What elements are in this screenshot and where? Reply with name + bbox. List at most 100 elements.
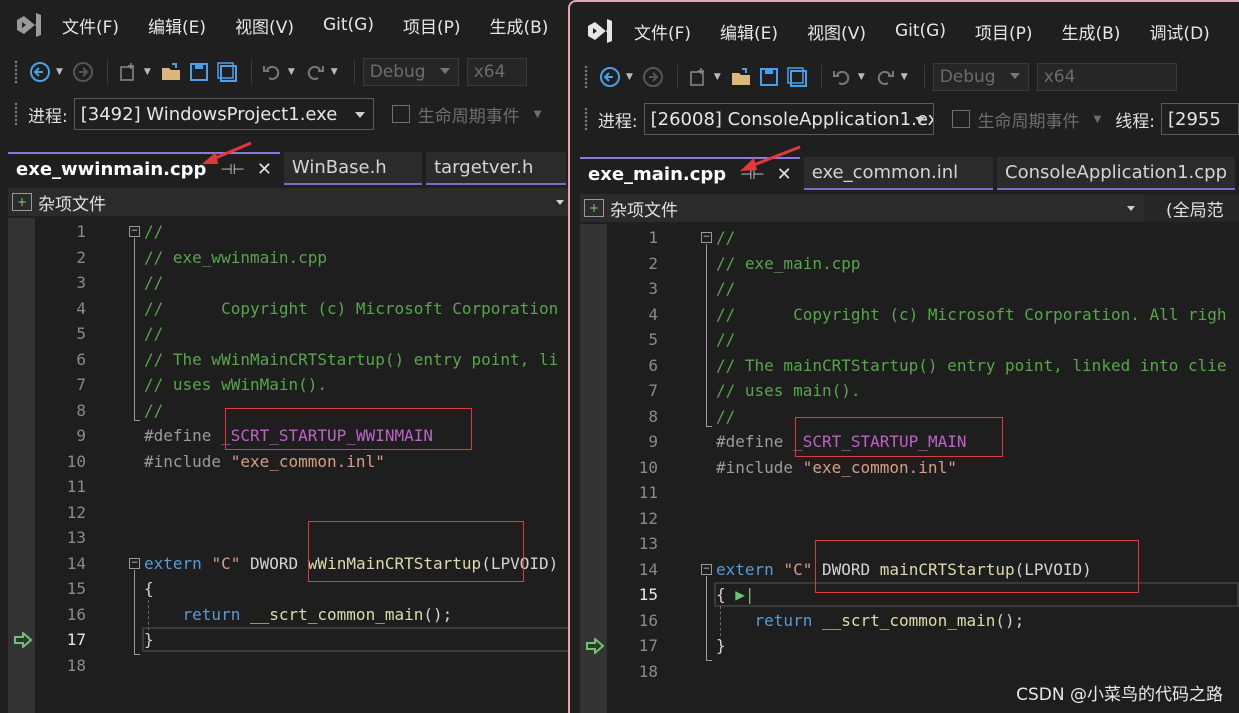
- process-combo[interactable]: [3492] WindowsProject1.exe: [73, 98, 374, 130]
- thread-combo[interactable]: [2955: [1161, 103, 1239, 135]
- close-icon[interactable]: ✕: [257, 159, 272, 180]
- tab-winbase-h[interactable]: WinBase.h: [283, 152, 423, 185]
- menu-view[interactable]: 视图(V): [807, 19, 866, 44]
- process-combo[interactable]: [26008] ConsoleApplication1.ex: [643, 103, 934, 135]
- toolbar-grip[interactable]: [14, 60, 18, 84]
- redo-dropdown-icon[interactable]: ▼: [331, 67, 338, 77]
- call-parens: ();: [995, 610, 1025, 630]
- menu-debug[interactable]: 调试(D): [1149, 19, 1209, 44]
- platform-combo[interactable]: x64: [1036, 63, 1177, 91]
- preprocessor-keyword: #define: [144, 426, 212, 446]
- menu-project[interactable]: 项目(P): [403, 13, 461, 38]
- visual-studio-logo-icon[interactable]: [584, 15, 616, 47]
- line-number: 7: [76, 375, 86, 395]
- undo-dropdown-icon[interactable]: ▼: [858, 72, 865, 82]
- lifecycle-events-button[interactable]: 生命周期事件 ▼: [391, 102, 541, 127]
- open-folder-icon[interactable]: [159, 60, 183, 84]
- watermark: CSDN @小菜鸟的代码之路: [1016, 685, 1223, 705]
- collapse-toggle-icon[interactable]: −: [129, 558, 140, 569]
- toolbar-grip[interactable]: [584, 65, 588, 89]
- outline-guide: [706, 576, 707, 660]
- save-icon[interactable]: [187, 60, 211, 84]
- toolbar-grip[interactable]: [14, 102, 18, 126]
- navigate-back-icon[interactable]: [598, 65, 622, 89]
- line-number: 3: [76, 273, 86, 293]
- code-editor[interactable]: 1 // 2 // exe_main.cpp 3 // 4 // Copyright (…: [580, 224, 1239, 713]
- run-to-click-icon[interactable]: ▶|: [735, 585, 754, 604]
- line-number: 8: [648, 406, 658, 426]
- lifecycle-label: 生命周期事件: [417, 106, 520, 127]
- chevron-down-icon: [1009, 73, 1020, 79]
- redo-dropdown-icon[interactable]: ▼: [901, 72, 908, 82]
- tab-exe-common-inl[interactable]: exe_common.inl: [803, 157, 994, 190]
- new-dropdown-icon[interactable]: ▼: [144, 67, 151, 77]
- function-name: __scrt_common_main: [821, 610, 996, 630]
- standard-toolbar: ▼ ▼ ▼ ▼ Debug x64: [0, 52, 570, 92]
- menu-view[interactable]: 视图(V): [235, 13, 294, 38]
- collapse-toggle-icon[interactable]: −: [701, 232, 712, 243]
- line-number: 17: [66, 630, 86, 650]
- tab-label: ConsoleApplication1.cpp: [1005, 162, 1227, 183]
- code-editor[interactable]: 1 // 2 // exe_wwinmain.cpp 3 // 4 // Copyrig…: [8, 218, 570, 713]
- code-line-6: // The wWinMainCRTStartup() entry point,…: [144, 349, 559, 369]
- collapse-toggle-icon[interactable]: −: [129, 226, 140, 237]
- tab-label: exe_common.inl: [811, 162, 959, 183]
- menu-build[interactable]: 生成(B): [490, 13, 549, 38]
- navigate-back-icon[interactable]: [28, 60, 52, 84]
- collapse-toggle-icon[interactable]: −: [701, 564, 712, 575]
- new-project-icon[interactable]: [116, 60, 140, 84]
- toolbar-grip[interactable]: [584, 107, 588, 131]
- function-name: __scrt_common_main: [249, 604, 424, 624]
- menu-project[interactable]: 项目(P): [975, 19, 1033, 44]
- back-dropdown-icon[interactable]: ▼: [56, 67, 63, 77]
- project-scope-dropdown[interactable]: 杂项文件: [38, 190, 106, 215]
- solution-config-combo[interactable]: Debug: [362, 58, 459, 86]
- line-number: 2: [76, 247, 86, 267]
- code-line-10: #include "exe_common.inl": [716, 458, 957, 477]
- undo-icon[interactable]: [260, 60, 284, 84]
- menu-build[interactable]: 生成(B): [1062, 19, 1121, 44]
- save-all-icon[interactable]: [785, 65, 809, 89]
- lifecycle-events-button[interactable]: 生命周期事件 ▼: [951, 107, 1101, 132]
- platform-combo[interactable]: x64: [466, 58, 527, 86]
- menu-git[interactable]: Git(G): [895, 21, 946, 41]
- line-number: 6: [648, 355, 658, 375]
- navigate-forward-icon[interactable]: [641, 65, 665, 89]
- toolbar-separator: [676, 65, 678, 89]
- undo-icon[interactable]: [830, 65, 854, 89]
- line-number: 11: [66, 477, 86, 497]
- line-number: 4: [648, 304, 658, 324]
- menu-edit[interactable]: 编辑(E): [720, 19, 778, 44]
- open-folder-icon[interactable]: [729, 65, 753, 89]
- chevron-down-icon[interactable]: [1127, 206, 1135, 211]
- menu-file[interactable]: 文件(F): [62, 13, 119, 38]
- visual-studio-logo-icon[interactable]: [14, 9, 44, 41]
- line-number: 5: [76, 324, 86, 344]
- project-scope-dropdown[interactable]: 杂项文件: [610, 196, 678, 221]
- redo-icon[interactable]: [303, 60, 327, 84]
- solution-config-combo[interactable]: Debug: [932, 63, 1029, 91]
- keyword: return: [754, 610, 813, 630]
- redo-icon[interactable]: [873, 65, 897, 89]
- line-number: 7: [648, 381, 658, 401]
- chevron-down-icon[interactable]: [556, 200, 564, 205]
- code-line-5: //: [716, 330, 736, 350]
- new-project-icon[interactable]: [686, 65, 710, 89]
- tab-consoleapplication1-cpp[interactable]: ConsoleApplication1.cpp: [997, 157, 1235, 190]
- code-line-16: return __scrt_common_main();: [144, 604, 453, 624]
- navigate-forward-icon[interactable]: [71, 60, 95, 84]
- code-line-8: //: [144, 400, 164, 420]
- menu-git[interactable]: Git(G): [323, 15, 374, 35]
- line-number: 12: [66, 502, 86, 522]
- menu-file[interactable]: 文件(F): [634, 19, 691, 44]
- scope-dropdown[interactable]: (全局范: [1144, 194, 1239, 222]
- new-dropdown-icon[interactable]: ▼: [714, 72, 721, 82]
- tab-targetver-h[interactable]: targetver.h: [426, 152, 566, 185]
- save-icon[interactable]: [757, 65, 781, 89]
- save-all-icon[interactable]: [215, 60, 239, 84]
- line-number: 9: [76, 426, 86, 446]
- menu-edit[interactable]: 编辑(E): [148, 13, 206, 38]
- back-dropdown-icon[interactable]: ▼: [626, 72, 633, 82]
- undo-dropdown-icon[interactable]: ▼: [288, 67, 295, 77]
- code-line-5: //: [144, 324, 164, 344]
